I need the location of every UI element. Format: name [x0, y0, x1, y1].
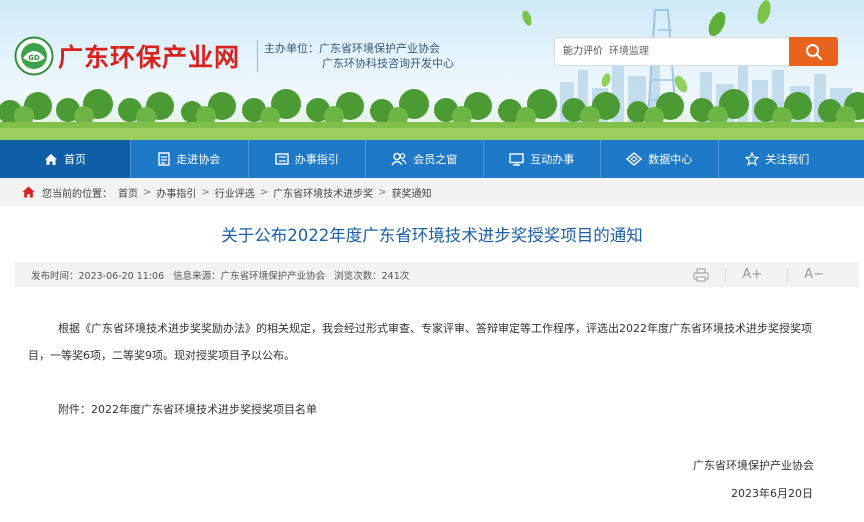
- breadcrumb-separator: >: [378, 186, 387, 198]
- search-icon: [805, 43, 822, 60]
- nav-item-data-center[interactable]: 数据中心: [601, 140, 719, 178]
- document-icon: [158, 152, 170, 166]
- sponsor-info: 主办单位：广东省环境保护产业协会 广东环协科技咨询开发中心: [264, 41, 454, 71]
- site-logo-icon: GD: [14, 36, 54, 76]
- breadcrumb-separator: >: [143, 186, 152, 198]
- article-source: 信息来源：广东省环境保护产业协会: [173, 270, 326, 282]
- nav-item-about[interactable]: 走进协会: [131, 140, 249, 178]
- article-title: 关于公布2022年度广东省环境技术进步奖授奖项目的通知: [221, 226, 643, 245]
- sponsor-line-1: 主办单位：广东省环境保护产业协会: [264, 42, 440, 55]
- print-icon[interactable]: [693, 267, 710, 282]
- monitor-icon: [509, 152, 524, 166]
- main-nav: 首页 走进协会 办事指引 会员之窗 互动办事 数据中心 关注我们: [0, 140, 864, 178]
- breadcrumb-separator: >: [201, 186, 210, 198]
- publish-time: 发布时间：2023-06-20 11:06: [31, 270, 165, 282]
- search-hot-label[interactable]: 能力评价: [563, 46, 603, 57]
- nav-item-label: 首页: [64, 153, 86, 166]
- nav-item-members[interactable]: 会员之窗: [366, 140, 484, 178]
- nav-item-label: 走进协会: [176, 153, 221, 166]
- breadcrumb-link[interactable]: 行业评选: [215, 185, 255, 200]
- list-icon: [275, 153, 289, 165]
- svg-text:GD: GD: [28, 54, 40, 62]
- article-tools: A+ A−: [677, 262, 833, 287]
- sponsor-line-2: 广东环协科技咨询开发中心: [322, 57, 454, 70]
- header-banner: GD 广东环保产业网 主办单位：广东省环境保护产业协会 广东环协科技咨询开发中心…: [0, 0, 864, 140]
- signature-org: 广东省环境保护产业协会: [693, 459, 814, 472]
- members-icon: [391, 152, 407, 166]
- breadcrumb-current[interactable]: 获奖通知: [392, 185, 432, 200]
- nav-item-interactive[interactable]: 互动办事: [484, 140, 601, 178]
- nav-item-label: 关注我们: [765, 153, 810, 166]
- font-increase-button[interactable]: A+: [742, 267, 762, 282]
- article-meta-bar: 发布时间：2023-06-20 11:06 信息来源：广东省环境保护产业协会 浏…: [15, 262, 859, 287]
- nav-item-label: 会员之窗: [413, 153, 458, 166]
- nav-item-home[interactable]: 首页: [0, 140, 131, 178]
- breadcrumb-link[interactable]: 首页: [118, 185, 138, 200]
- site-name[interactable]: 广东环保产业网: [58, 38, 240, 74]
- breadcrumb-link[interactable]: 广东省环境技术进步奖: [273, 185, 373, 200]
- breadcrumb-separator: >: [259, 186, 269, 198]
- home-icon: [45, 153, 57, 165]
- view-count: 浏览次数：241次: [334, 270, 410, 282]
- diamond-icon: [626, 152, 643, 166]
- location-home-icon: [22, 186, 35, 198]
- font-decrease-button[interactable]: A−: [804, 267, 824, 282]
- nav-item-guide[interactable]: 办事指引: [249, 140, 366, 178]
- nav-item-follow[interactable]: 关注我们: [719, 140, 837, 178]
- attachment-link[interactable]: 附件：2022年度广东省环境技术进步奖授奖项目名单: [58, 401, 317, 417]
- breadcrumb: 您当前的位置： 首页 > 办事指引 > 行业评选 > 广东省环境技术进步奖 > …: [0, 178, 864, 206]
- star-icon: [745, 152, 760, 166]
- tool-divider: [787, 267, 789, 282]
- search-button[interactable]: [789, 37, 838, 66]
- nav-item-label: 互动办事: [530, 153, 575, 166]
- tool-divider: [725, 267, 727, 282]
- breadcrumb-prefix: 您当前的位置：: [42, 188, 112, 200]
- search-hot-keyword[interactable]: 环境监理: [609, 46, 649, 57]
- nav-item-label: 办事指引: [294, 153, 339, 166]
- search-input[interactable]: 能力评价 环境监理: [554, 37, 789, 66]
- signature-date: 2023年6月20日: [731, 487, 813, 500]
- header-divider: [257, 40, 258, 72]
- nav-item-label: 数据中心: [648, 153, 693, 166]
- article-paragraph: 根据《广东省环境技术进步奖奖励办法》的相关规定，我会经过形式审查、专家评审、答辩…: [28, 322, 812, 362]
- breadcrumb-link[interactable]: 办事指引: [156, 185, 196, 200]
